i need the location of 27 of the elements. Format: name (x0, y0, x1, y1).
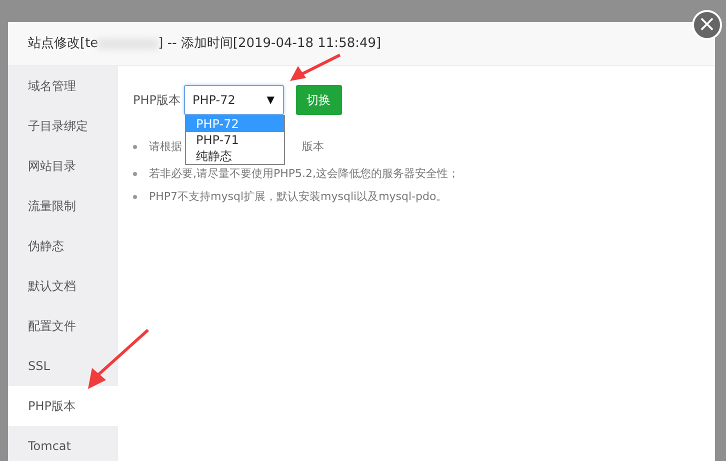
dialog-title: 站点修改[te (28, 34, 98, 53)
sidebar-item[interactable]: 伪静态 (8, 226, 118, 266)
caret-icon: ▼ (266, 92, 274, 108)
sidebar-item[interactable]: 配置文件 (8, 306, 118, 346)
sidebar-item[interactable]: 子目录绑定 (8, 106, 118, 146)
sidebar-item[interactable]: Tomcat (8, 426, 118, 461)
sidebar-item[interactable]: PHP版本 (8, 386, 118, 426)
dropdown-option[interactable]: PHP-71 (186, 132, 284, 148)
bullet-icon (133, 172, 137, 176)
note-text: 若非必要,请尽量不要使用PHP5.2,这会降低您的服务器安全性； (149, 166, 460, 182)
dialog-title: ] -- 添加时间[2019-04-18 11:58:49] (158, 34, 382, 53)
annotation-arrow (88, 328, 149, 389)
bullet-icon (133, 195, 137, 199)
bullet-icon (133, 145, 137, 149)
sidebar-item[interactable]: SSL (8, 346, 118, 386)
note-text: PHP7不支持mysql扩展，默认安装mysqli以及mysql-pdo。 (149, 188, 448, 205)
close-button[interactable]: × (692, 10, 722, 40)
php-version-label: PHP版本 (133, 92, 180, 109)
sidebar-item[interactable]: 默认文档 (8, 266, 118, 306)
sidebar-item[interactable]: 流量限制 (8, 186, 118, 226)
dropdown-option[interactable]: 纯静态 (186, 148, 284, 164)
note-text: 请根据 (149, 138, 182, 155)
annotation-arrow (290, 54, 341, 81)
note-text: 版本 (302, 138, 324, 155)
sidebar-item[interactable]: 域名管理 (8, 66, 118, 106)
php-version-select[interactable]: PHP-72 ▼ (184, 85, 284, 115)
sidebar-item[interactable]: 网站目录 (8, 146, 118, 186)
